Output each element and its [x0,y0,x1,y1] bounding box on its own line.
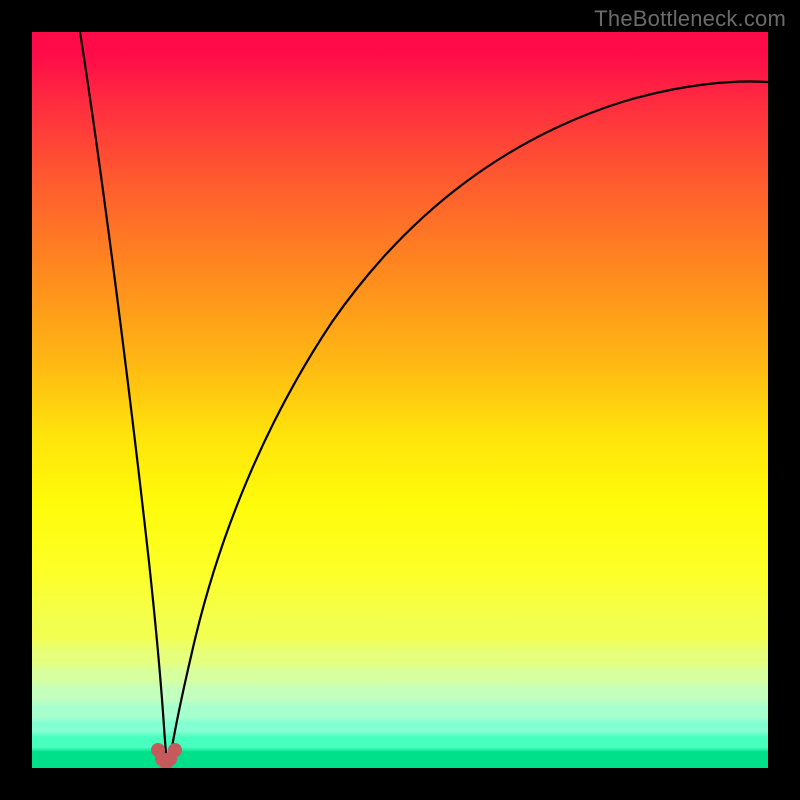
watermark-text: TheBottleneck.com [594,6,786,32]
right-branch-curve [169,82,768,765]
plot-area [32,32,768,768]
outer-black-frame: TheBottleneck.com [0,0,800,800]
curve-layer [32,32,768,768]
left-branch-curve [80,32,167,765]
